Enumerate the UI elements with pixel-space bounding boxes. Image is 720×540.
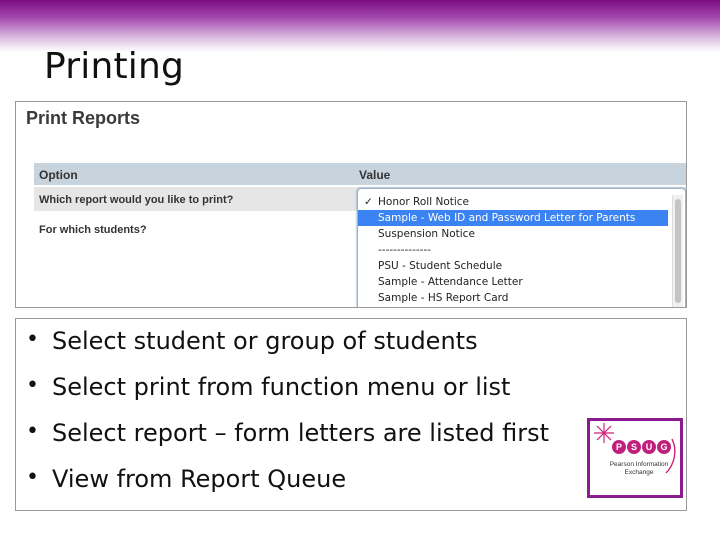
checkmark-icon: ✓ [364,196,373,208]
dropdown-option[interactable]: PSU - Student Schedule [358,258,668,274]
logo-letter: G [660,442,667,452]
dropdown-scrollbar-thumb[interactable] [675,199,681,303]
students-question-label: For which students? [39,224,147,236]
column-header-value: Value [359,168,391,182]
column-header-option: Option [39,168,78,182]
report-select-dropdown[interactable]: ✓ Honor Roll Notice Sample - Web ID and … [357,188,686,307]
dropdown-option-selected[interactable]: Sample - Web ID and Password Letter for … [358,210,668,226]
bullet-dot: • [26,419,39,444]
dropdown-option[interactable]: Sample - Attendance Letter [358,274,668,290]
dropdown-separator: -------------- [378,244,432,256]
header-gradient-band [0,0,720,52]
slide-title: Printing [44,46,185,87]
pie-logo: P S U G Pearson Information Exchange [587,418,683,498]
dropdown-option[interactable]: ✓ Honor Roll Notice [358,194,668,210]
bullet-dot: • [26,465,39,490]
options-table-header: Option Value [34,163,686,185]
logo-letter: U [646,442,653,452]
logo-caption: Pearson Information Exchange [609,461,669,476]
logo-letter: S [631,442,637,452]
starburst-logo-icon: P S U G [594,423,676,474]
report-question-label: Which report would you like to print? [39,194,234,206]
print-reports-title: Print Reports [26,108,141,128]
bullet-dot: • [26,327,39,352]
bullet-dot: • [26,373,39,398]
logo-letter: P [616,442,622,452]
print-reports-screenshot: Print Reports Option Value Which report … [15,101,687,308]
dropdown-option[interactable]: Suspension Notice [358,226,668,242]
dropdown-option[interactable]: Sample - HS Report Card [358,290,668,306]
